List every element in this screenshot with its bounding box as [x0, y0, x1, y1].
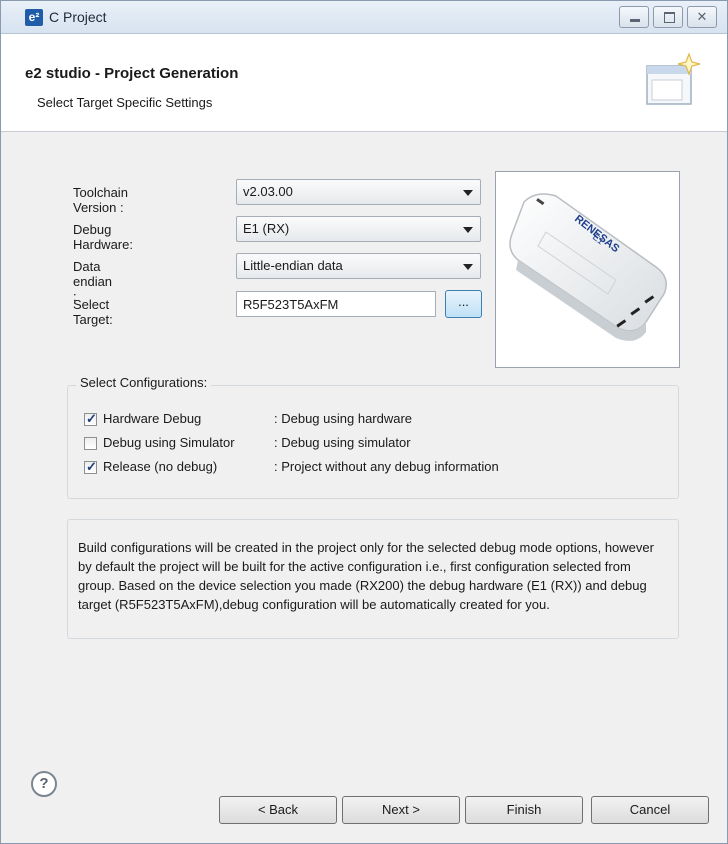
page-title: e2 studio - Project Generation	[25, 65, 239, 82]
debug-simulator-description: : Debug using simulator	[274, 435, 411, 450]
target-field[interactable]	[236, 291, 436, 317]
target-input[interactable]	[237, 292, 435, 316]
hardware-debug-checkbox[interactable]	[84, 411, 97, 427]
configurations-group: Select Configurations: Hardware Debug : …	[67, 375, 679, 499]
data-endian-value: Little-endian data	[243, 258, 343, 273]
e1-emulator-image: RENESAS E1	[509, 193, 667, 341]
toolchain-select[interactable]: v2.03.00	[236, 179, 481, 205]
device-image: RENESAS E1	[495, 171, 680, 368]
wizard-banner-icon	[646, 52, 701, 105]
title-bar: e² C Project ✕	[1, 1, 727, 34]
debug-hardware-label: Debug Hardware:	[73, 222, 133, 252]
window-title: C Project	[49, 9, 107, 25]
release-description: : Project without any debug information	[274, 459, 499, 474]
browse-target-button[interactable]: ...	[445, 290, 482, 318]
debug-simulator-label: Debug using Simulator	[103, 435, 235, 450]
debug-hardware-value: E1 (RX)	[243, 221, 290, 236]
help-icon[interactable]: ?	[31, 771, 57, 797]
minimize-button[interactable]	[619, 6, 649, 28]
configurations-legend: Select Configurations:	[76, 375, 212, 390]
toolchain-label: Toolchain Version :	[73, 185, 128, 215]
toolchain-value: v2.03.00	[243, 184, 293, 199]
hardware-debug-label: Hardware Debug	[103, 411, 202, 426]
close-icon: ✕	[696, 9, 708, 24]
next-button[interactable]: Next >	[342, 796, 460, 824]
chevron-down-icon	[463, 227, 473, 233]
debug-hardware-select[interactable]: E1 (RX)	[236, 216, 481, 242]
dialog-window: e² C Project ✕ e2 studio - Project Gener…	[0, 0, 728, 844]
debug-simulator-checkbox[interactable]	[84, 437, 97, 450]
maximize-button[interactable]	[653, 6, 683, 28]
data-endian-select[interactable]: Little-endian data	[236, 253, 481, 279]
info-text: Build configurations will be created in …	[78, 540, 654, 612]
hardware-debug-description: : Debug using hardware	[274, 411, 413, 426]
minimize-icon	[620, 7, 648, 27]
e2-studio-icon: e²	[25, 9, 43, 26]
page-subtitle: Select Target Specific Settings	[37, 95, 213, 110]
chevron-down-icon	[463, 190, 473, 196]
info-box: Build configurations will be created in …	[67, 519, 679, 639]
select-target-label: Select Target:	[73, 297, 113, 327]
maximize-icon	[654, 7, 682, 27]
close-button[interactable]: ✕	[687, 6, 717, 28]
window-controls: ✕	[619, 6, 717, 28]
release-label: Release (no debug)	[103, 459, 218, 474]
release-checkbox[interactable]	[84, 459, 97, 475]
finish-button[interactable]: Finish	[465, 796, 583, 824]
back-button[interactable]: < Back	[219, 796, 337, 824]
chevron-down-icon	[463, 264, 473, 270]
cancel-button[interactable]: Cancel	[591, 796, 709, 824]
wizard-header: e2 studio - Project Generation Select Ta…	[1, 34, 727, 132]
